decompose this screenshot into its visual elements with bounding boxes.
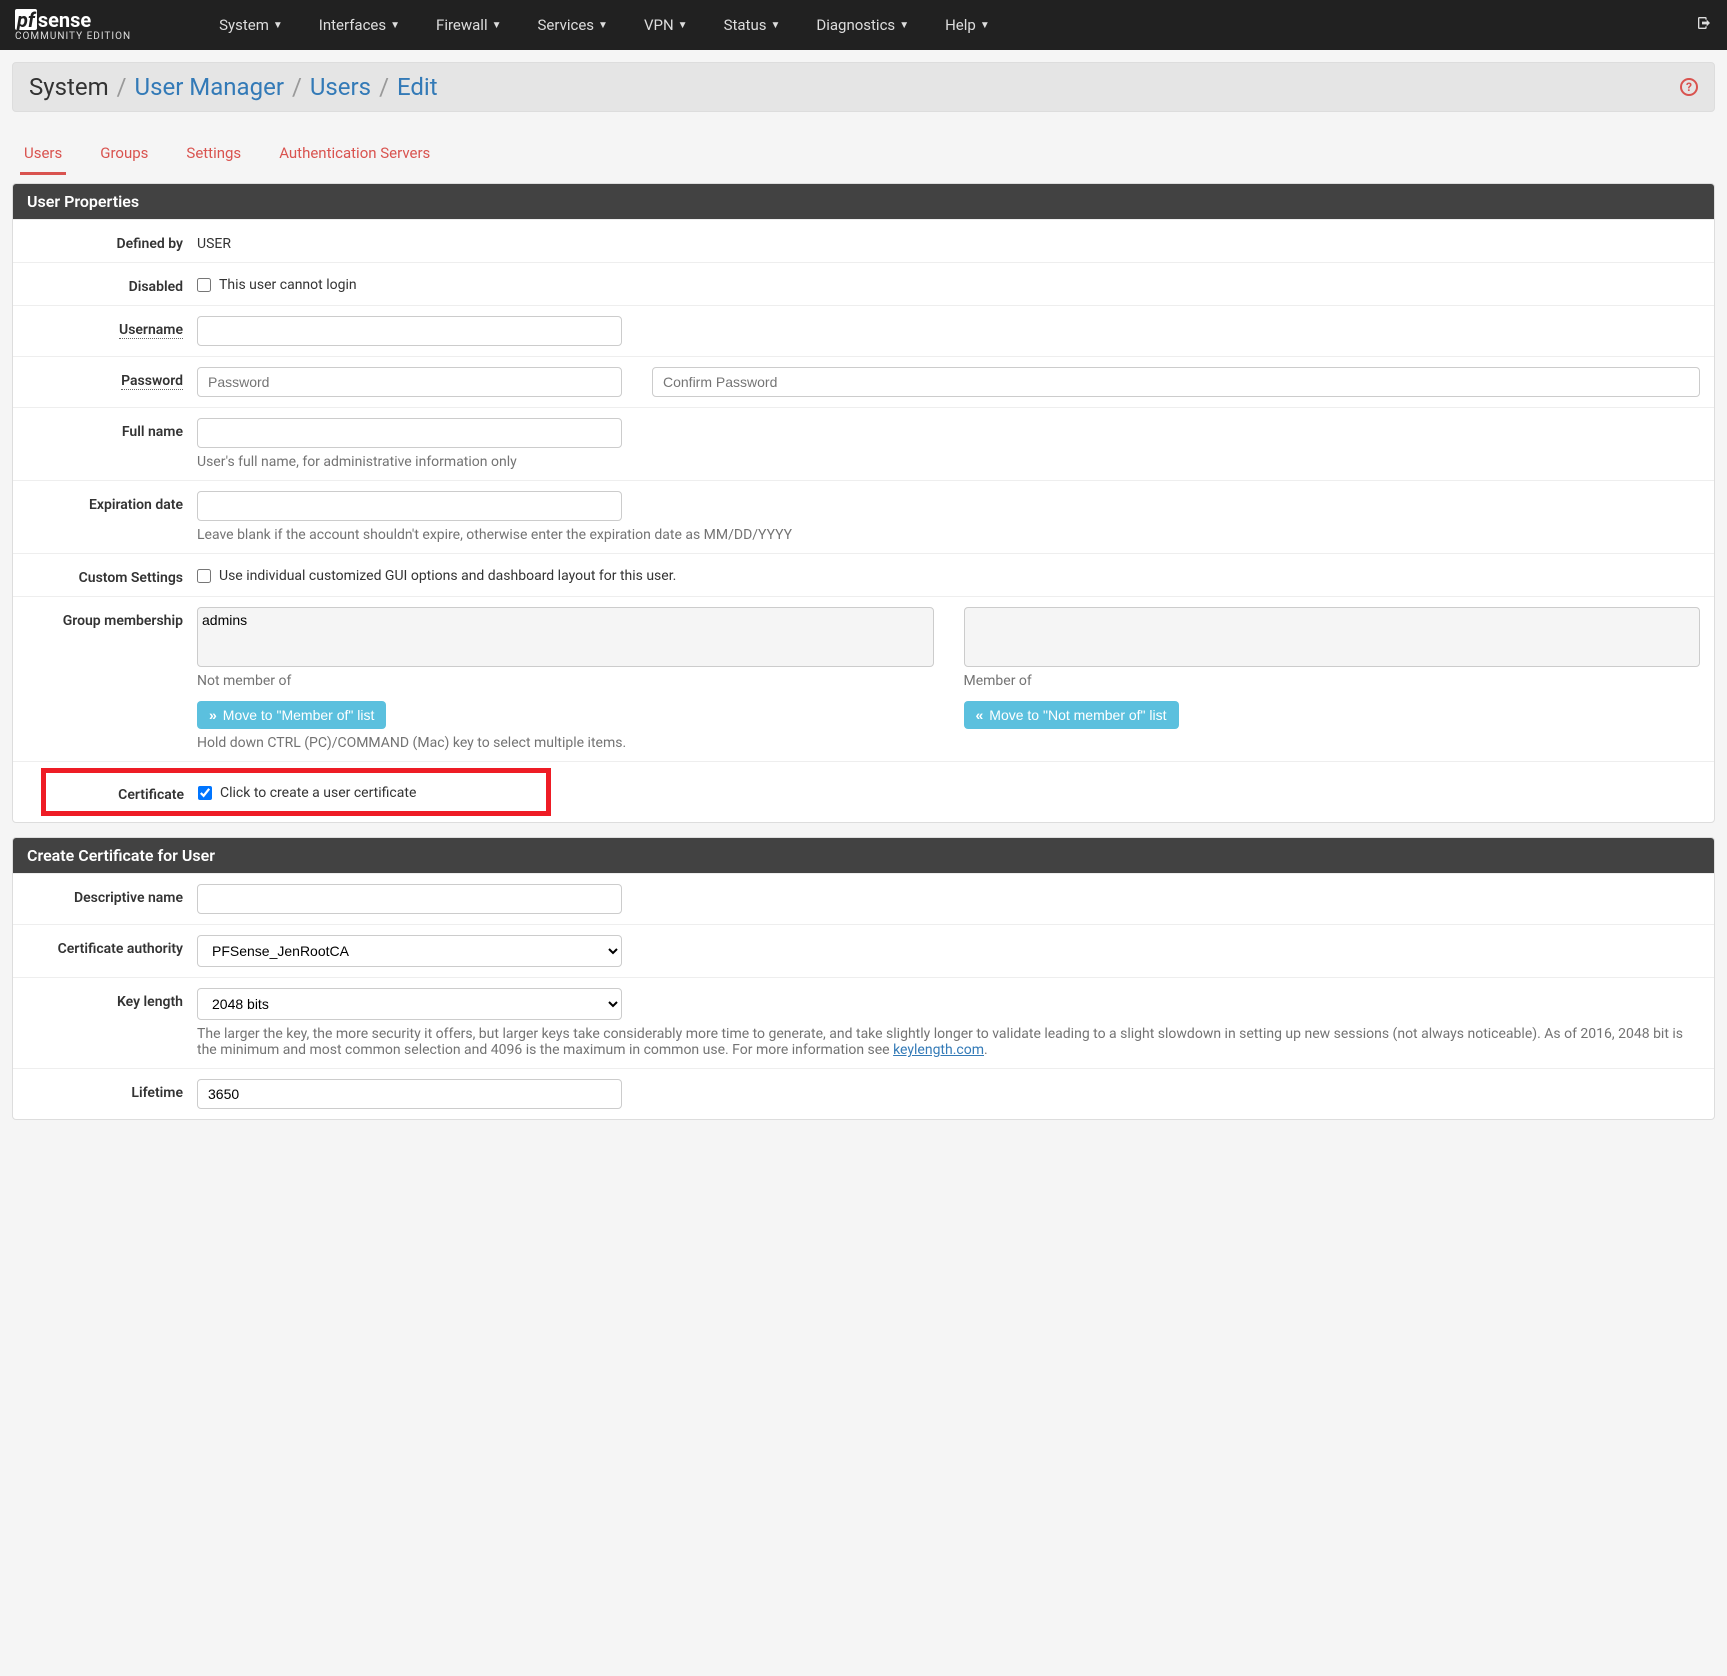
nav-firewall[interactable]: Firewall▼ xyxy=(418,16,519,34)
input-descname[interactable] xyxy=(197,884,622,914)
tab-groups[interactable]: Groups xyxy=(96,134,152,175)
breadcrumb-sep: / xyxy=(379,73,389,101)
page-header: System / User Manager / Users / Edit ? xyxy=(12,62,1715,112)
text-certificate: Click to create a user certificate xyxy=(220,785,416,801)
label-member: Member of xyxy=(964,673,1701,689)
input-fullname[interactable] xyxy=(197,418,622,448)
nav-services[interactable]: Services▼ xyxy=(520,16,626,34)
caret-down-icon: ▼ xyxy=(273,20,283,31)
tab-settings[interactable]: Settings xyxy=(182,134,245,175)
breadcrumb-edit[interactable]: Edit xyxy=(397,73,438,101)
nav-help[interactable]: Help▼ xyxy=(927,16,1008,34)
select-ca[interactable]: PFSense_JenRootCA xyxy=(197,935,622,967)
panel-heading: Create Certificate for User xyxy=(13,838,1714,873)
panel-heading: User Properties xyxy=(13,184,1714,219)
input-username[interactable] xyxy=(197,316,622,346)
help-expiration: Leave blank if the account shouldn't exp… xyxy=(197,527,1700,543)
caret-down-icon: ▼ xyxy=(770,20,780,31)
label-not-member: Not member of xyxy=(197,673,934,689)
caret-down-icon: ▼ xyxy=(678,20,688,31)
text-disabled: This user cannot login xyxy=(219,277,357,293)
nav-diagnostics[interactable]: Diagnostics▼ xyxy=(798,16,927,34)
label-descname: Descriptive name xyxy=(27,884,197,906)
navbar-menu: System▼ Interfaces▼ Firewall▼ Services▼ … xyxy=(161,16,1696,34)
button-move-to-member[interactable]: » Move to "Member of" list xyxy=(197,701,386,729)
checkbox-certificate[interactable] xyxy=(198,786,212,800)
breadcrumb-sep: / xyxy=(292,73,302,101)
tab-authservers[interactable]: Authentication Servers xyxy=(275,134,434,175)
label-password: Password xyxy=(27,367,197,389)
panel-create-certificate: Create Certificate for User Descriptive … xyxy=(12,837,1715,1120)
logout-button[interactable] xyxy=(1696,15,1712,35)
select-member[interactable] xyxy=(964,607,1701,667)
brand-pf: pf xyxy=(15,9,37,30)
logout-icon xyxy=(1696,15,1712,31)
nav-vpn[interactable]: VPN▼ xyxy=(626,16,706,34)
breadcrumb-users[interactable]: Users xyxy=(310,73,371,101)
label-groupmembership: Group membership xyxy=(27,607,197,629)
breadcrumb-usermanager[interactable]: User Manager xyxy=(135,73,284,101)
label-expiration: Expiration date xyxy=(27,491,197,513)
select-keylen[interactable]: 2048 bits xyxy=(197,988,622,1020)
label-username: Username xyxy=(27,316,197,338)
navbar: pf sense COMMUNITY EDITION System▼ Inter… xyxy=(0,0,1727,50)
breadcrumb-system[interactable]: System xyxy=(29,73,109,101)
caret-down-icon: ▼ xyxy=(390,20,400,31)
nav-system[interactable]: System▼ xyxy=(201,16,301,34)
input-password[interactable] xyxy=(197,367,622,397)
tab-users[interactable]: Users xyxy=(20,134,66,175)
tabs: Users Groups Settings Authentication Ser… xyxy=(0,124,1727,175)
button-move-to-not-member[interactable]: « Move to "Not member of" list xyxy=(964,701,1179,729)
nav-interfaces[interactable]: Interfaces▼ xyxy=(301,16,418,34)
chevron-right-double-icon: » xyxy=(209,707,217,723)
brand-edition: COMMUNITY EDITION xyxy=(15,32,131,42)
caret-down-icon: ▼ xyxy=(980,20,990,31)
value-definedby: USER xyxy=(197,230,1700,252)
help-group: Hold down CTRL (PC)/COMMAND (Mac) key to… xyxy=(197,735,1700,751)
caret-down-icon: ▼ xyxy=(899,20,909,31)
label-ca: Certificate authority xyxy=(27,935,197,957)
panel-user-properties: User Properties Defined by USER Disabled… xyxy=(12,183,1715,823)
brand-sense: sense xyxy=(38,10,91,30)
nav-status[interactable]: Status▼ xyxy=(706,16,799,34)
input-expiration[interactable] xyxy=(197,491,622,521)
input-confirm-password[interactable] xyxy=(652,367,1700,397)
caret-down-icon: ▼ xyxy=(598,20,608,31)
label-definedby: Defined by xyxy=(27,230,197,252)
help-fullname: User's full name, for administrative inf… xyxy=(197,454,1700,470)
label-keylen: Key length xyxy=(27,988,197,1010)
link-keylength[interactable]: keylength.com xyxy=(893,1042,984,1058)
label-fullname: Full name xyxy=(27,418,197,440)
option-admins[interactable]: admins xyxy=(202,612,929,629)
help-keylen: The larger the key, the more security it… xyxy=(197,1026,1700,1058)
checkbox-custom[interactable] xyxy=(197,569,211,583)
breadcrumb-sep: / xyxy=(117,73,127,101)
chevron-left-double-icon: « xyxy=(976,707,984,723)
help-icon[interactable]: ? xyxy=(1680,78,1698,96)
label-lifetime: Lifetime xyxy=(27,1079,197,1101)
brand-logo[interactable]: pf sense COMMUNITY EDITION xyxy=(15,9,131,42)
select-not-member[interactable]: admins xyxy=(197,607,934,667)
breadcrumb: System / User Manager / Users / Edit xyxy=(29,73,438,101)
row-certificate-highlighted: Certificate Click to create a user certi… xyxy=(41,768,551,816)
label-custom: Custom Settings xyxy=(27,564,197,586)
text-custom: Use individual customized GUI options an… xyxy=(219,568,676,584)
caret-down-icon: ▼ xyxy=(492,20,502,31)
label-disabled: Disabled xyxy=(27,273,197,295)
checkbox-disabled[interactable] xyxy=(197,278,211,292)
label-certificate: Certificate xyxy=(56,781,198,803)
input-lifetime[interactable] xyxy=(197,1079,622,1109)
